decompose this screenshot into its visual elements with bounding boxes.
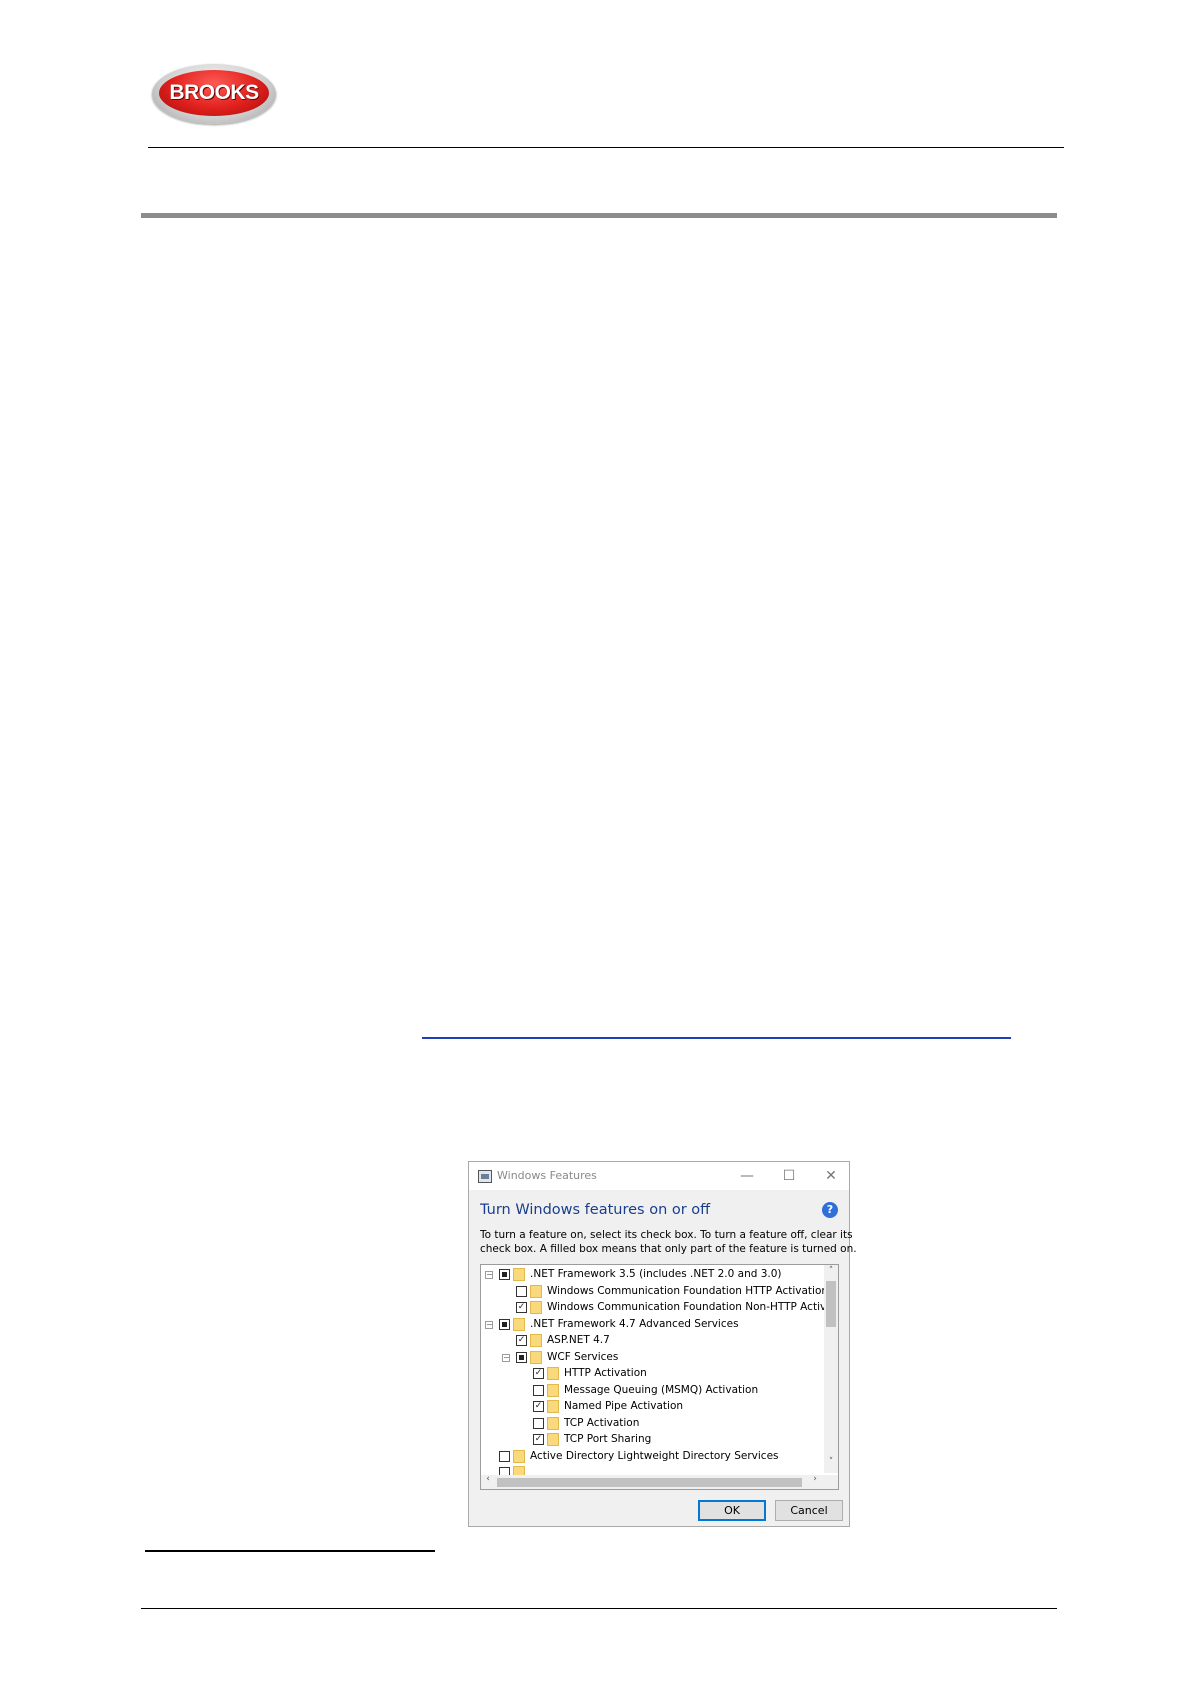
feature-checkbox[interactable]	[533, 1417, 544, 1429]
cancel-button[interactable]: Cancel	[775, 1500, 843, 1521]
horizontal-scrollbar[interactable]: ‹ ›	[481, 1474, 838, 1489]
feature-row[interactable]: − .NET Framework 4.7 Advanced Services	[481, 1317, 838, 1333]
horizontal-scroll-thumb[interactable]	[497, 1478, 802, 1487]
feature-label: ASP.NET 4.7	[547, 1334, 610, 1346]
maximize-button[interactable]: ☐	[775, 1165, 803, 1187]
footer-rule	[141, 1608, 1057, 1609]
vertical-scroll-thumb[interactable]	[826, 1281, 836, 1327]
feature-label: WCF Services	[547, 1350, 619, 1363]
folder-icon	[530, 1334, 542, 1347]
feature-label: .NET Framework 3.5 (includes .NET 2.0 an…	[530, 1268, 782, 1280]
windows-features-dialog: Windows Features — ☐ ✕ Turn Windows feat…	[468, 1161, 857, 1527]
collapse-icon[interactable]: −	[485, 1271, 493, 1279]
feature-label: Named Pipe Activation	[564, 1400, 684, 1412]
description-line-1: To turn a feature on, select its check b…	[480, 1229, 853, 1241]
feature-checkbox[interactable]	[499, 1269, 510, 1280]
folder-icon	[513, 1449, 525, 1463]
feature-label: .NET Framework 4.7 Advanced Services	[530, 1317, 739, 1330]
feature-label: TCP Activation	[564, 1416, 640, 1429]
description-line-2: check box. A filled box means that only …	[480, 1243, 857, 1255]
ok-button[interactable]: OK	[698, 1500, 766, 1521]
feature-label: Windows Communication Foundation Non-HTT…	[547, 1301, 833, 1313]
feature-row[interactable]: Active Directory Lightweight Directory S…	[481, 1449, 838, 1465]
feature-checkbox[interactable]	[516, 1285, 527, 1297]
folder-icon	[547, 1400, 559, 1413]
features-tree[interactable]: − .NET Framework 3.5 (includes .NET 2.0 a…	[480, 1264, 839, 1490]
window-title: Windows Features	[497, 1169, 597, 1182]
folder-icon	[547, 1416, 559, 1430]
scroll-right-arrow[interactable]: ›	[808, 1474, 822, 1484]
folder-icon	[547, 1433, 559, 1446]
feature-row[interactable]: ✓ ASP.NET 4.7	[481, 1333, 838, 1349]
folder-icon	[513, 1268, 525, 1281]
header-rule	[148, 147, 1064, 148]
folder-icon	[547, 1367, 559, 1380]
feature-label: Windows Communication Foundation HTTP Ac…	[547, 1284, 829, 1297]
feature-checkbox[interactable]: ✓	[516, 1335, 527, 1346]
feature-row[interactable]: − .NET Framework 3.5 (includes .NET 2.0 a…	[481, 1267, 838, 1283]
scroll-left-arrow[interactable]: ‹	[481, 1474, 495, 1484]
logo-text: BROOKS	[169, 81, 259, 104]
folder-icon	[530, 1284, 542, 1298]
hyperlink-underline[interactable]	[422, 1037, 1011, 1039]
feature-checkbox[interactable]: ✓	[516, 1302, 527, 1313]
feature-checkbox[interactable]	[499, 1318, 510, 1330]
collapse-icon[interactable]: −	[485, 1320, 493, 1329]
feature-checkbox[interactable]	[499, 1450, 510, 1462]
vertical-scrollbar[interactable]: ˄ ˅	[824, 1265, 838, 1473]
feature-checkbox[interactable]: ✓	[533, 1401, 544, 1412]
feature-row[interactable]: − WCF Services	[481, 1350, 838, 1366]
close-button[interactable]: ✕	[817, 1165, 845, 1187]
feature-row[interactable]: ✓ Named Pipe Activation	[481, 1399, 838, 1415]
feature-row[interactable]: Windows Communication Foundation HTTP Ac…	[481, 1284, 838, 1300]
feature-checkbox[interactable]: ✓	[533, 1434, 544, 1445]
feature-row[interactable]: TCP Activation	[481, 1416, 838, 1432]
footnote-separator	[145, 1550, 435, 1552]
feature-row[interactable]: ✓ HTTP Activation	[481, 1366, 838, 1382]
help-icon[interactable]: ?	[822, 1202, 838, 1218]
feature-checkbox[interactable]: ✓	[533, 1368, 544, 1379]
scroll-down-arrow[interactable]: ˅	[824, 1457, 838, 1467]
feature-checkbox[interactable]	[516, 1351, 527, 1363]
minimize-button[interactable]: —	[733, 1165, 761, 1187]
feature-checkbox[interactable]	[533, 1384, 544, 1396]
windows-features-icon	[478, 1170, 492, 1183]
dialog-heading: Turn Windows features on or off	[480, 1202, 711, 1218]
collapse-icon[interactable]: −	[502, 1353, 510, 1362]
brooks-logo: BROOKS	[152, 64, 276, 124]
feature-label: Message Queuing (MSMQ) Activation	[564, 1383, 759, 1396]
title-bar[interactable]: Windows Features — ☐ ✕	[469, 1162, 849, 1190]
folder-icon	[530, 1301, 542, 1314]
feature-label: Active Directory Lightweight Directory S…	[530, 1449, 779, 1462]
feature-row[interactable]: Message Queuing (MSMQ) Activation	[481, 1383, 838, 1399]
folder-icon	[530, 1350, 542, 1364]
feature-row[interactable]: ✓ Windows Communication Foundation Non-HT…	[481, 1300, 838, 1316]
feature-row[interactable]: ✓ TCP Port Sharing	[481, 1432, 838, 1448]
folder-icon	[513, 1317, 525, 1331]
section-rule	[141, 213, 1057, 218]
feature-label: TCP Port Sharing	[564, 1433, 652, 1445]
folder-icon	[547, 1383, 559, 1397]
feature-label: HTTP Activation	[564, 1367, 647, 1379]
scroll-up-arrow[interactable]: ˄	[824, 1266, 838, 1276]
